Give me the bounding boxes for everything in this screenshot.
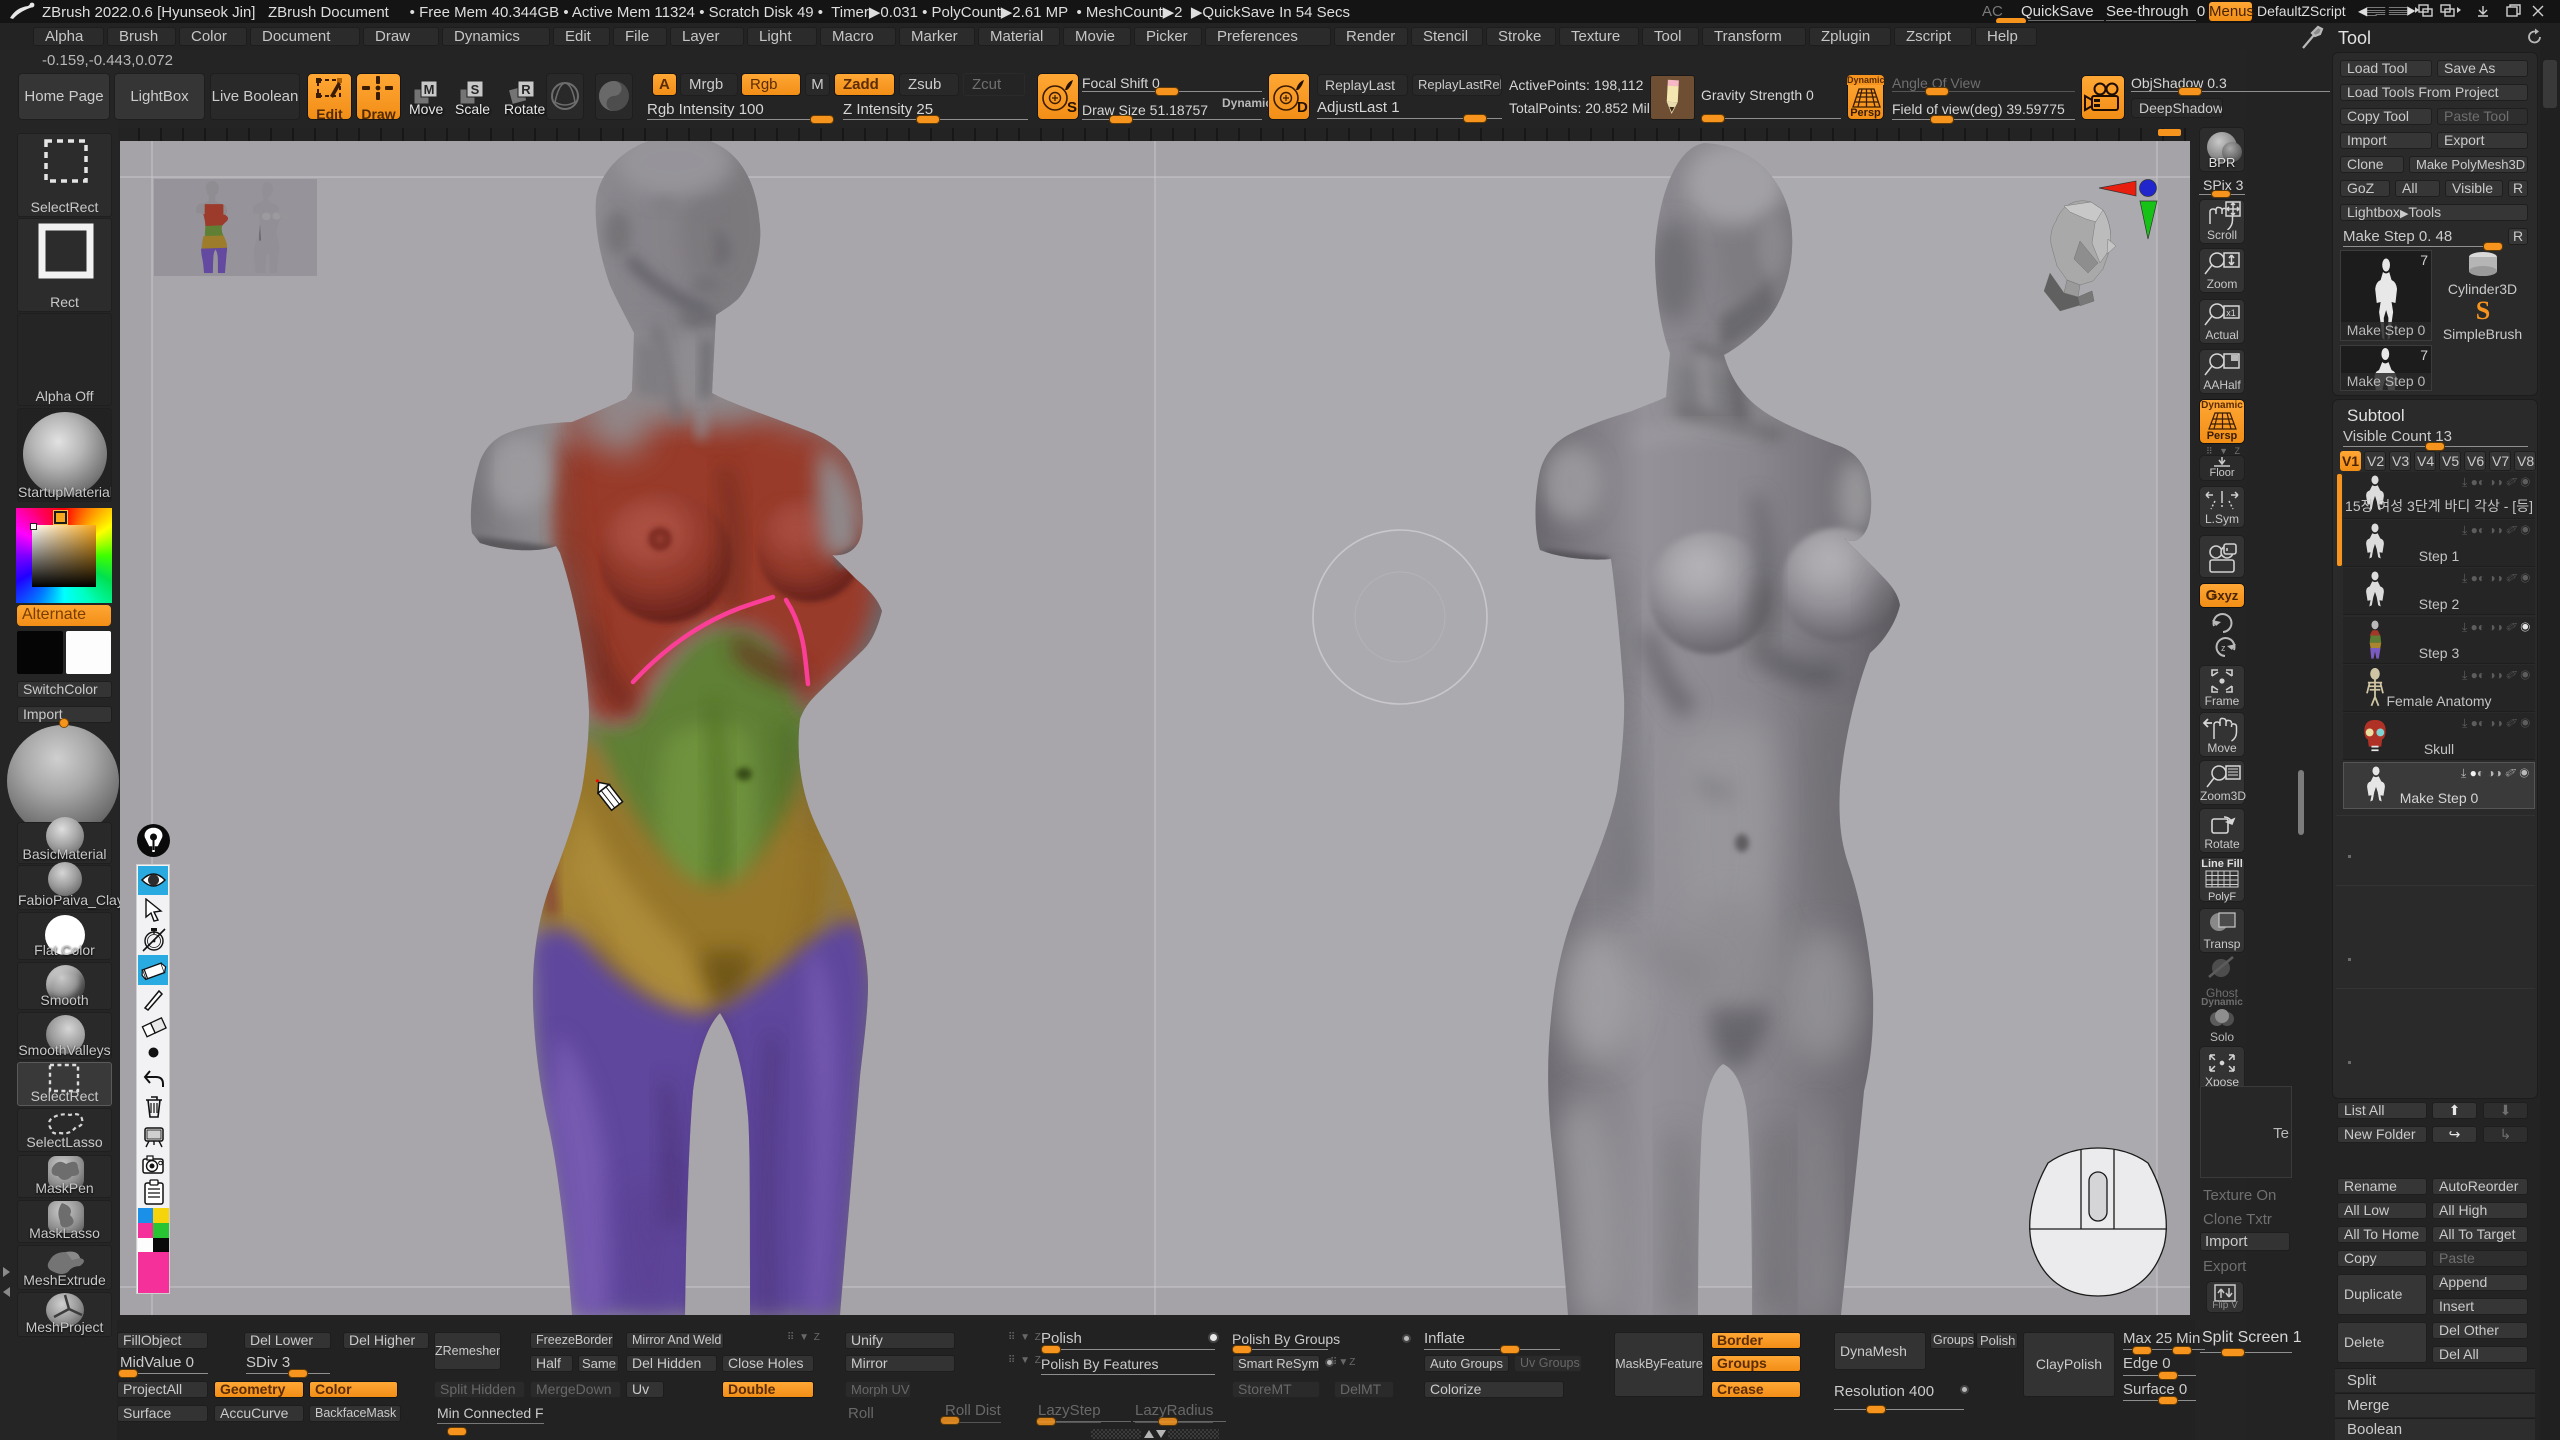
svg-text:x1: x1 [2226,308,2236,318]
svg-text:D: D [1297,99,1308,116]
svg-text:S: S [1067,99,1077,116]
svg-text:S: S [471,82,480,97]
svg-text:M: M [424,82,435,97]
svg-text:S: S [2475,297,2489,325]
svg-text:R: R [521,82,531,97]
svg-text:z: z [2221,643,2226,653]
